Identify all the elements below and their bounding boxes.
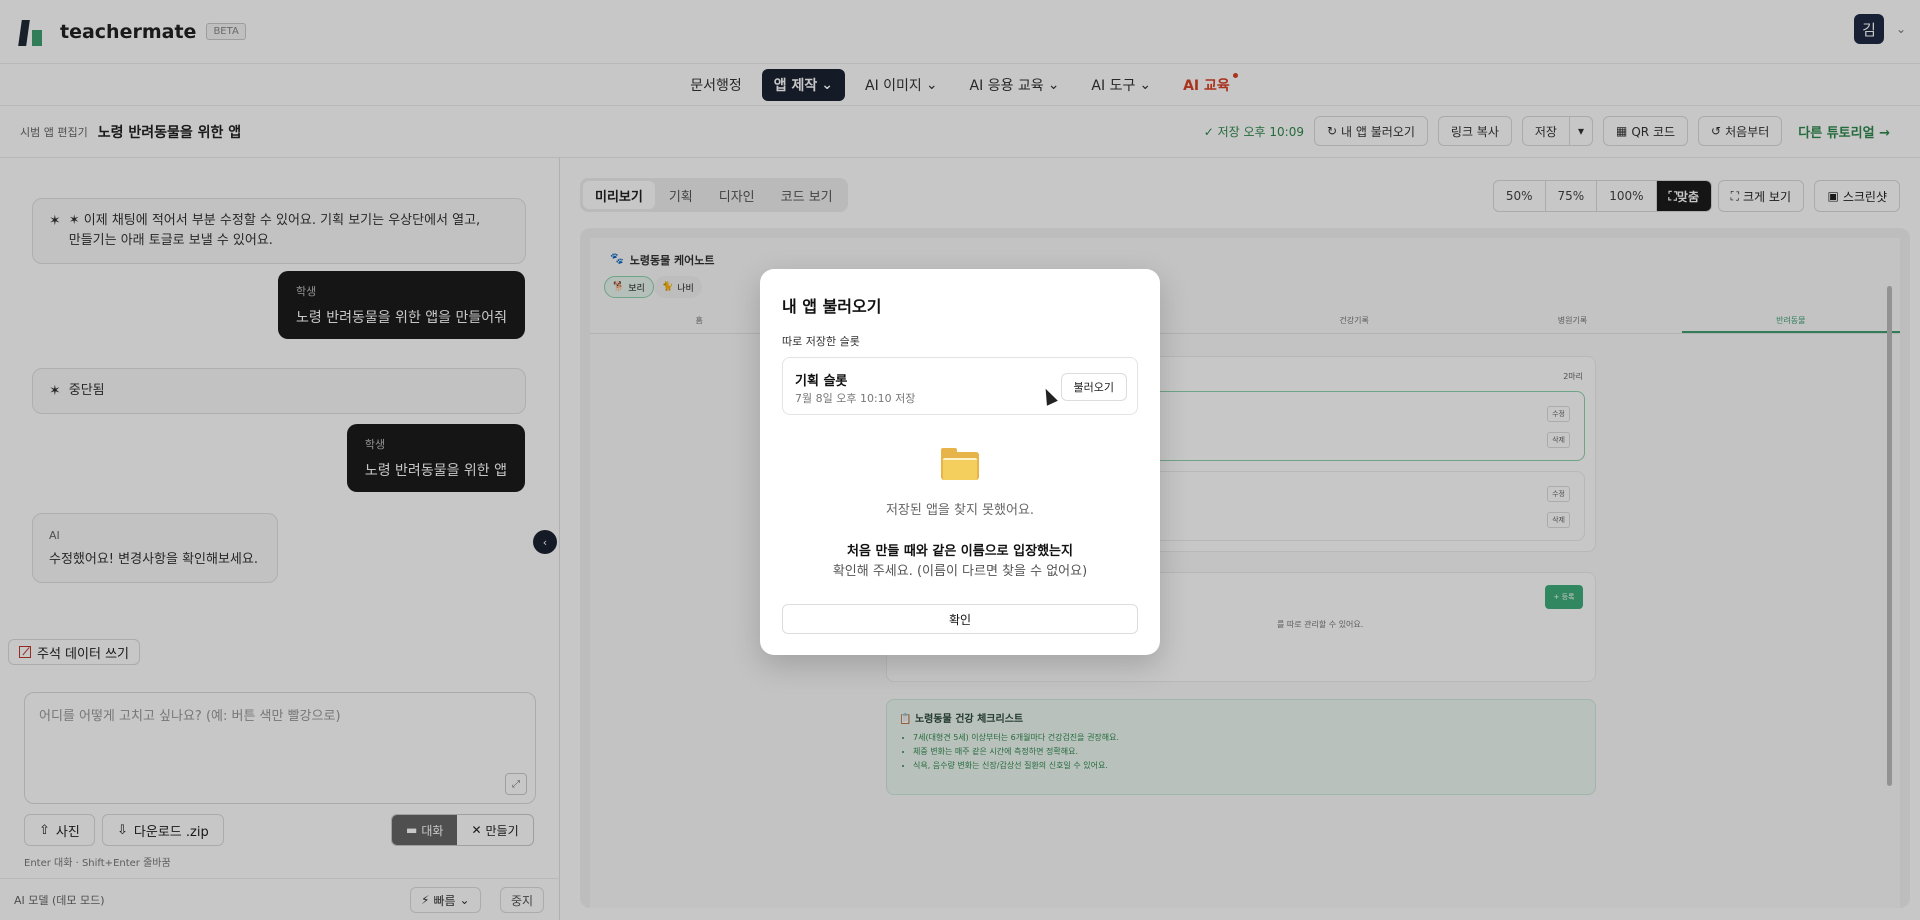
folder-icon (941, 448, 979, 480)
slot-name: 기획 슬롯 (795, 374, 848, 389)
confirm-button[interactable]: 확인 (782, 604, 1138, 634)
load-slot-button[interactable]: 불러오기 (1060, 373, 1127, 401)
slot-section-label: 따로 저장한 슬롯 (782, 335, 860, 348)
dialog-title: 내 앱 불러오기 (782, 297, 882, 316)
slot-date: 7월 8일 오후 10:10 저장 (795, 392, 916, 405)
hint-note: 확인해 주세요. (이름이 다르면 찾을 수 없어요) (832, 564, 1088, 579)
hint-strong: 처음 만들 때와 같은 이름으로 입장했는지 (847, 544, 1073, 559)
saved-slot-row: 기획 슬롯 7월 8일 오후 10:10 저장 불러오기 (782, 357, 1138, 415)
load-app-dialog: 내 앱 불러오기 따로 저장한 슬롯 기획 슬롯 7월 8일 오후 10:10 … (760, 269, 1160, 655)
empty-message: 저장된 앱을 찾지 못했어요. (885, 503, 1035, 518)
